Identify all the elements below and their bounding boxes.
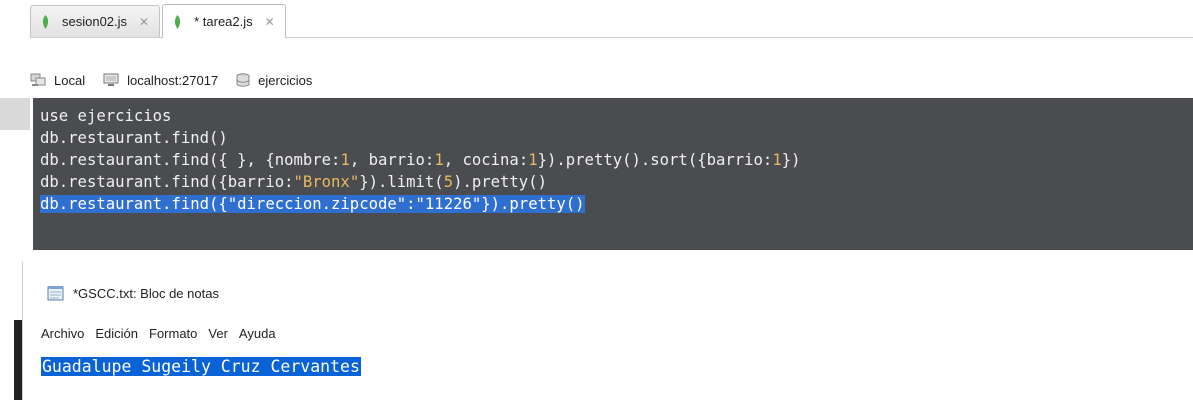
tab-label: * tarea2.js xyxy=(194,14,253,29)
tab-tarea2[interactable]: * tarea2.js ✕ xyxy=(162,4,286,38)
database-label: ejercicios xyxy=(258,72,313,88)
code-line-3: db.restaurant.find({ }, {nombre:1, barri… xyxy=(40,151,801,169)
selected-text: Guadalupe Sugeily Cruz Cervantes xyxy=(41,357,361,376)
notepad-text-area[interactable]: Guadalupe Sugeily Cruz Cervantes xyxy=(41,356,361,378)
code-line-5-selected: db.restaurant.find({"direccion.zipcode":… xyxy=(40,195,585,213)
host-item[interactable]: localhost:27017 xyxy=(103,73,218,88)
code-editor[interactable]: use ejercicios db.restaurant.find() db.r… xyxy=(33,98,1193,250)
close-icon[interactable]: ✕ xyxy=(265,15,275,29)
notepad-titlebar[interactable]: *GSCC.txt: Bloc de notas xyxy=(23,280,1193,306)
robo3t-shell: sesion02.js ✕ * tarea2.js ✕ Local localh… xyxy=(0,0,1193,262)
server-icon xyxy=(30,73,46,86)
tab-sesion02[interactable]: sesion02.js ✕ xyxy=(30,5,161,37)
tab-bar: sesion02.js ✕ * tarea2.js ✕ xyxy=(30,4,1193,38)
window-edge xyxy=(14,320,22,400)
menu-archivo[interactable]: Archivo xyxy=(41,326,84,341)
code-line-4: db.restaurant.find({barrio:"Bronx"}).lim… xyxy=(40,173,547,191)
close-icon[interactable]: ✕ xyxy=(139,15,149,29)
server-type-item[interactable]: Local xyxy=(30,73,85,88)
mongodb-leaf-icon xyxy=(42,14,49,29)
code-line-2: db.restaurant.find() xyxy=(40,129,228,147)
database-icon xyxy=(236,73,250,87)
menu-ayuda[interactable]: Ayuda xyxy=(239,326,276,341)
menu-formato[interactable]: Formato xyxy=(149,326,197,341)
sidebar-splitter[interactable] xyxy=(0,98,30,130)
menu-ver[interactable]: Ver xyxy=(208,326,228,341)
notepad-window: *GSCC.txt: Bloc de notas Archivo Edición… xyxy=(22,262,1193,400)
monitor-icon xyxy=(103,73,119,86)
notepad-title: *GSCC.txt: Bloc de notas xyxy=(73,285,219,301)
database-item[interactable]: ejercicios xyxy=(236,73,312,88)
server-type-label: Local xyxy=(54,72,86,88)
host-label: localhost:27017 xyxy=(127,72,219,88)
notepad-icon xyxy=(47,286,64,301)
tab-label: sesion02.js xyxy=(62,14,128,29)
mongodb-leaf-icon xyxy=(174,14,181,29)
menu-edicion[interactable]: Edición xyxy=(95,326,138,341)
connection-bar: Local localhost:27017 ejercicios xyxy=(30,66,1193,94)
code-line-1: use ejercicios xyxy=(40,107,172,125)
notepad-menubar: Archivo Edición Formato Ver Ayuda xyxy=(23,322,1193,344)
